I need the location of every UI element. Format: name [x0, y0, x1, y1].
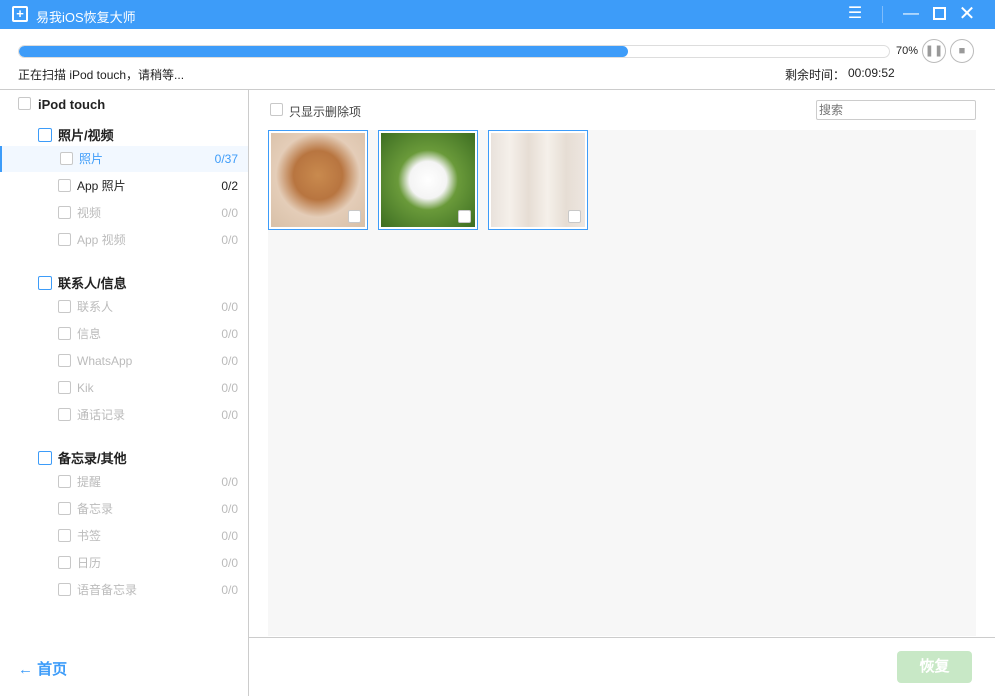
remaining-time: 00:09:52 — [848, 66, 895, 80]
image-icon — [38, 128, 52, 142]
sidebar-item[interactable]: 语音备忘录 0/0 — [0, 577, 248, 603]
sidebar-item[interactable]: 视频 0/0 — [0, 200, 248, 226]
thumbnail-checkbox[interactable] — [568, 210, 581, 223]
item-count: 0/0 — [221, 206, 238, 220]
item-checkbox[interactable] — [58, 206, 71, 219]
thumbnail-checkbox[interactable] — [348, 210, 361, 223]
remaining-label: 剩余时间： — [785, 68, 846, 82]
clipboard-icon — [38, 276, 52, 290]
item-count: 0/0 — [221, 502, 238, 516]
item-checkbox[interactable] — [58, 327, 71, 340]
item-checkbox[interactable] — [58, 529, 71, 542]
item-label: 联系人 — [77, 300, 114, 314]
search-input[interactable] — [816, 100, 976, 120]
item-checkbox[interactable] — [58, 179, 71, 192]
sidebar-item[interactable]: 通话记录 0/0 — [0, 402, 248, 428]
sidebar: iPod touch 照片/视频 照片 0/37 App 照片 0/2 视频 0/0 App … — [0, 89, 249, 696]
main-divider — [249, 89, 995, 90]
item-checkbox[interactable] — [58, 233, 71, 246]
item-label: 书签 — [77, 529, 102, 543]
item-count: 0/2 — [221, 179, 238, 193]
item-count: 0/0 — [221, 381, 238, 395]
pause-button[interactable]: ❚❚ — [922, 39, 946, 63]
arrow-left-icon: ← — [18, 661, 33, 678]
group-heading: 联系人/信息 — [38, 273, 127, 292]
divider — [882, 6, 883, 23]
maximize-icon[interactable] — [928, 4, 950, 24]
item-count: 0/0 — [221, 408, 238, 422]
device-checkbox[interactable] — [18, 97, 31, 113]
item-count: 0/0 — [221, 300, 238, 314]
sidebar-item[interactable]: App 照片 0/2 — [0, 173, 248, 199]
item-checkbox[interactable] — [58, 502, 71, 515]
item-checkbox[interactable] — [58, 583, 71, 596]
home-link[interactable]: ← 首页 — [18, 658, 67, 679]
stop-button[interactable]: ■ — [950, 39, 974, 63]
minimize-icon[interactable]: — — [900, 4, 922, 24]
progress-percent: 70% — [896, 45, 919, 57]
thumbnail-checkbox[interactable] — [458, 210, 471, 223]
group-heading: 照片/视频 — [38, 125, 114, 144]
item-count: 0/0 — [221, 475, 238, 489]
menu-icon[interactable]: ☰ — [844, 4, 866, 24]
notebook-icon — [38, 451, 52, 465]
item-count: 0/0 — [221, 583, 238, 597]
item-label: App 照片 — [77, 179, 126, 193]
group-title: 照片/视频 — [58, 128, 114, 143]
item-checkbox[interactable] — [60, 152, 73, 165]
item-label: WhatsApp — [77, 354, 133, 368]
show-deleted-label: 只显示删除项 — [289, 105, 362, 119]
thumbnail-grid — [268, 130, 976, 636]
scan-progress-bar — [18, 45, 890, 58]
group-title: 联系人/信息 — [58, 276, 127, 291]
item-label: 语音备忘录 — [77, 583, 138, 597]
photo-thumbnail[interactable] — [488, 130, 588, 230]
sidebar-item[interactable]: WhatsApp 0/0 — [0, 348, 248, 374]
item-count: 0/0 — [221, 354, 238, 368]
close-icon[interactable]: ✕ — [956, 4, 978, 24]
sidebar-item[interactable]: 信息 0/0 — [0, 321, 248, 347]
photo-thumbnail[interactable] — [378, 130, 478, 230]
group-title: 备忘录/其他 — [58, 451, 127, 466]
scan-status: 正在扫描 iPod touch，请稍等... — [18, 68, 185, 82]
bottom-bar — [249, 637, 995, 696]
photo-thumbnail[interactable] — [268, 130, 368, 230]
item-count: 0/0 — [221, 233, 238, 247]
group-heading: 备忘录/其他 — [38, 448, 127, 467]
item-label: 通话记录 — [77, 408, 126, 422]
sidebar-item[interactable]: 备忘录 0/0 — [0, 496, 248, 522]
device-name: iPod touch — [38, 97, 106, 112]
item-label: App 视频 — [77, 233, 126, 247]
item-count: 0/37 — [214, 152, 238, 166]
app-logo-icon: + — [12, 6, 28, 22]
sidebar-item[interactable]: 提醒 0/0 — [0, 469, 248, 495]
item-checkbox[interactable] — [58, 381, 71, 394]
sidebar-item[interactable]: Kik 0/0 — [0, 375, 248, 401]
sidebar-item[interactable]: 联系人 0/0 — [0, 294, 248, 320]
restore-button[interactable]: 恢复 — [897, 651, 972, 683]
item-label: 日历 — [77, 556, 102, 570]
item-checkbox[interactable] — [58, 475, 71, 488]
title-bar: + 易我iOS恢复大师 ☰ — ✕ — [0, 0, 995, 29]
item-label: 照片 — [79, 152, 104, 166]
show-deleted-checkbox[interactable] — [270, 103, 283, 119]
item-label: 备忘录 — [77, 502, 114, 516]
sidebar-item[interactable]: 日历 0/0 — [0, 550, 248, 576]
item-label: 信息 — [77, 327, 102, 341]
sidebar-item[interactable]: App 视频 0/0 — [0, 227, 248, 253]
item-checkbox[interactable] — [58, 408, 71, 421]
item-count: 0/0 — [221, 556, 238, 570]
item-checkbox[interactable] — [58, 300, 71, 313]
home-label: 首页 — [37, 661, 68, 678]
item-count: 0/0 — [221, 529, 238, 543]
sidebar-item[interactable]: 照片 0/37 — [0, 146, 248, 172]
item-checkbox[interactable] — [58, 556, 71, 569]
item-count: 0/0 — [221, 327, 238, 341]
item-checkbox[interactable] — [58, 354, 71, 367]
sidebar-item[interactable]: 书签 0/0 — [0, 523, 248, 549]
window-title: 易我iOS恢复大师 — [36, 10, 136, 25]
item-label: 视频 — [77, 206, 102, 220]
item-label: Kik — [77, 381, 94, 395]
item-label: 提醒 — [77, 475, 102, 489]
